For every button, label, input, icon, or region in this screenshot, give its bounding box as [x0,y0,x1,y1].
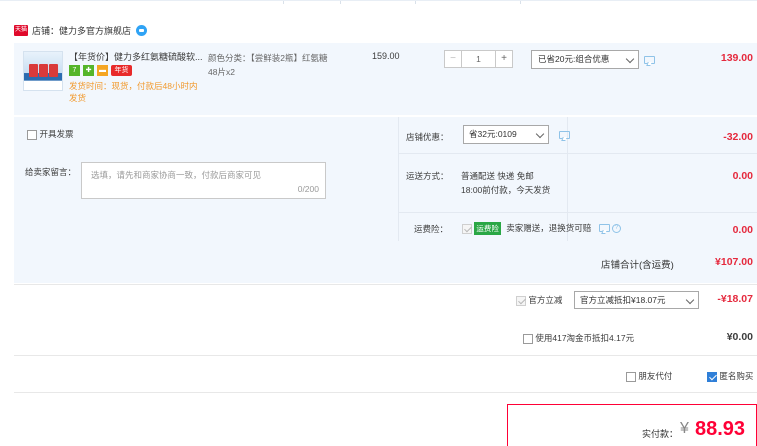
qty-plus-button[interactable]: + [495,50,513,68]
message-char-count: 0/200 [297,184,319,194]
chevron-down-icon [685,295,695,305]
promo-message-icon[interactable] [644,56,655,64]
invoice-option[interactable]: 开具发票 [27,128,74,140]
seller-message-input[interactable]: 选填，请先和商家协商一致，付款后商家可见 0/200 [81,162,326,199]
nianhuo-tag: 年货 [111,65,132,76]
shop-coupon-select[interactable]: 省32元:0109 [463,125,549,144]
divider [14,355,757,356]
payment-summary: 实付款： ¥ 88.93 [507,404,757,446]
divider [398,212,757,213]
shop-coupon-amount: -32.00 [723,131,753,143]
invoice-label: 开具发票 [39,129,74,139]
promo-select-value: 已省20元:组合优惠 [538,54,610,64]
product-title[interactable]: 【年货价】健力多红氨糖硫酸软... [69,51,209,63]
coins-amount: ¥0.00 [726,331,753,343]
shop-coupon-label: 店铺优惠： [406,132,449,142]
sku-line-2: 48片x2 [208,67,235,77]
payment-currency: ¥ [680,420,689,437]
message-label: 给卖家留言： [25,167,77,177]
shop-header: 天猫 店铺： 健力多官方旗舰店 [14,20,148,40]
official-discount-select[interactable]: 官方立减抵扣¥18.07元 [574,291,699,309]
friend-pay-label: 朋友代付 [638,371,673,381]
sku-info: 颜色分类：【尝鲜装2瓶】红氨糖 48片x2 [208,51,353,79]
coins-checkbox[interactable] [523,333,533,344]
divider [14,284,757,285]
official-discount-amount: -¥18.07 [717,293,753,305]
shop-coupon-value: 省32元:0109 [469,129,517,139]
insurance-badge: 运费险 [474,222,501,235]
help-question-icon[interactable]: ? [612,224,622,234]
card-pay-icon: ▬ [97,65,108,76]
divider [398,117,399,241]
official-discount-value: 官方立减抵扣¥18.07元 [580,295,666,305]
chevron-down-icon [625,54,635,64]
payment-amount: 88.93 [695,418,746,440]
unit-price: 159.00 [372,51,400,61]
official-discount-label: 官方立减 [528,295,563,305]
message-placeholder: 选填，请先和商家协商一致，付款后商家可见 [91,170,262,180]
promo-select[interactable]: 已省20元:组合优惠 [531,50,639,69]
insurance-label: 运费险： [414,224,449,234]
friend-pay-option[interactable]: 朋友代付 [626,370,672,382]
quantity-stepper: − 1 + [444,50,513,68]
shipping-time: 发货时间：现货，付款后48小时内发货 [69,81,198,103]
qty-minus-button[interactable]: − [444,50,462,68]
item-subtotal: 139.00 [720,52,753,64]
shop-total-label: 店铺合计(含运费) [601,260,674,271]
divider [398,153,757,154]
official-discount-checkbox [516,295,526,306]
shop-name-link[interactable]: 健力多官方旗舰店 [59,24,131,37]
product-tags: 7 ✚ ▬ 年货 [69,65,132,76]
chat-icon[interactable] [136,24,148,36]
chevron-down-icon [535,129,545,139]
coins-label: 使用417淘金币抵扣4.17元 [535,333,635,343]
payment-label: 实付款： [642,429,679,439]
coupon-message-icon[interactable] [559,131,570,139]
product-thumbnail[interactable] [23,51,63,91]
delivery-info: 普通配送 快递 免邮 18:00前付款，今天发货 [461,169,550,197]
shop-label: 店铺： [32,25,60,36]
invoice-checkbox[interactable] [27,129,37,140]
friend-pay-checkbox[interactable] [626,371,636,382]
divider [14,392,757,393]
shop-total-amount: ¥107.00 [715,256,753,268]
insurance-amount: 0.00 [732,224,753,236]
delivery-amount: 0.00 [732,170,753,182]
delivery-label: 运送方式： [406,171,449,181]
sku-line-1: 颜色分类：【尝鲜装2瓶】红氨糖 [208,53,328,63]
qty-input[interactable]: 1 [462,50,495,68]
delivery-line-2: 18:00前付款，今天发货 [461,185,551,195]
tmall-badge-icon: 天猫 [14,24,28,36]
insurance-message-icon[interactable] [598,224,610,232]
official-discount-option: 官方立减 [516,294,562,306]
anonymous-option[interactable]: 匿名购买 [707,370,753,382]
insurance-info: 运费险 卖家赠送，退换货可赔 ? [462,222,622,235]
guarantee-icon: ✚ [83,65,94,76]
delivery-line-1: 普通配送 快递 免邮 [461,171,534,181]
insurance-text: 卖家赠送，退换货可赔 [506,223,592,233]
anonymous-checkbox[interactable] [707,371,717,382]
top-divider [0,0,757,4]
coins-option[interactable]: 使用417淘金币抵扣4.17元 [523,332,634,344]
order-item-row: 【年货价】健力多红氨糖硫酸软... 7 ✚ ▬ 年货 发货时间：现货，付款后48… [14,43,757,115]
seven-day-return-icon: 7 [69,65,80,76]
anonymous-label: 匿名购买 [719,371,754,381]
insurance-checkbox [462,223,472,234]
